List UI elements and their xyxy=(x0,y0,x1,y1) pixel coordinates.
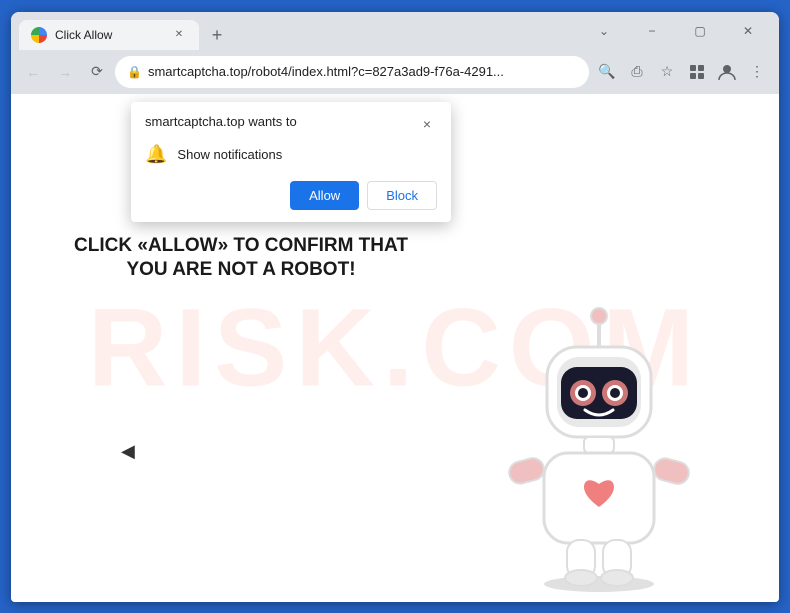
robot-illustration xyxy=(479,292,719,592)
tab-title: Click Allow xyxy=(55,28,163,42)
chevron-button[interactable]: ⌄ xyxy=(581,15,627,47)
allow-button[interactable]: Allow xyxy=(290,181,359,210)
share-icon[interactable]: ⎙ xyxy=(623,58,651,86)
tab-favicon xyxy=(31,27,47,43)
maximize-button[interactable]: ▢ xyxy=(677,15,723,47)
popup-notification-row: 🔔 Show notifications xyxy=(145,144,437,165)
popup-header: smartcaptcha.top wants to × xyxy=(145,114,437,134)
address-bar: ← → ⟳ 🔒 smartcaptcha.top/robot4/index.ht… xyxy=(11,50,779,94)
browser-window: Click Allow ✕ + ⌄ − ▢ ✕ ← → ⟳ 🔒 smartcap… xyxy=(11,12,779,602)
page-main-text: CLICK «ALLOW» TO CONFIRM THAT YOU ARE NO… xyxy=(71,234,411,283)
extensions-icon[interactable] xyxy=(683,58,711,86)
popup-close-button[interactable]: × xyxy=(417,114,437,134)
popup-site-name: smartcaptcha.top wants to xyxy=(145,114,297,129)
tab-strip: Click Allow ✕ + xyxy=(19,12,581,50)
menu-icon[interactable]: ⋮ xyxy=(743,58,771,86)
lock-icon: 🔒 xyxy=(127,65,142,79)
block-button[interactable]: Block xyxy=(367,181,437,210)
title-bar: Click Allow ✕ + ⌄ − ▢ ✕ xyxy=(11,12,779,50)
url-text: smartcaptcha.top/robot4/index.html?c=827… xyxy=(148,64,577,79)
bookmark-icon[interactable]: ☆ xyxy=(653,58,681,86)
cursor: ◀ xyxy=(121,441,135,462)
url-box[interactable]: 🔒 smartcaptcha.top/robot4/index.html?c=8… xyxy=(115,56,589,88)
bell-icon: 🔔 xyxy=(145,144,167,165)
reload-button[interactable]: ⟳ xyxy=(83,58,111,86)
browser-tab[interactable]: Click Allow ✕ xyxy=(19,20,199,50)
page-content: RISK.COM CLICK «ALLOW» TO CONFIRM THAT Y… xyxy=(11,94,779,602)
minimize-button[interactable]: − xyxy=(629,15,675,47)
new-tab-button[interactable]: + xyxy=(203,22,231,50)
search-icon[interactable]: 🔍 xyxy=(593,58,621,86)
notification-text: Show notifications xyxy=(177,147,282,162)
profile-icon[interactable] xyxy=(713,58,741,86)
forward-button[interactable]: → xyxy=(51,58,79,86)
back-button[interactable]: ← xyxy=(19,58,47,86)
close-button[interactable]: ✕ xyxy=(725,15,771,47)
window-controls: ⌄ − ▢ ✕ xyxy=(581,15,771,47)
tab-close-button[interactable]: ✕ xyxy=(171,27,187,43)
popup-actions: Allow Block xyxy=(145,181,437,210)
notification-popup: smartcaptcha.top wants to × 🔔 Show notif… xyxy=(131,102,451,222)
toolbar-icons: 🔍 ⎙ ☆ ⋮ xyxy=(593,58,771,86)
